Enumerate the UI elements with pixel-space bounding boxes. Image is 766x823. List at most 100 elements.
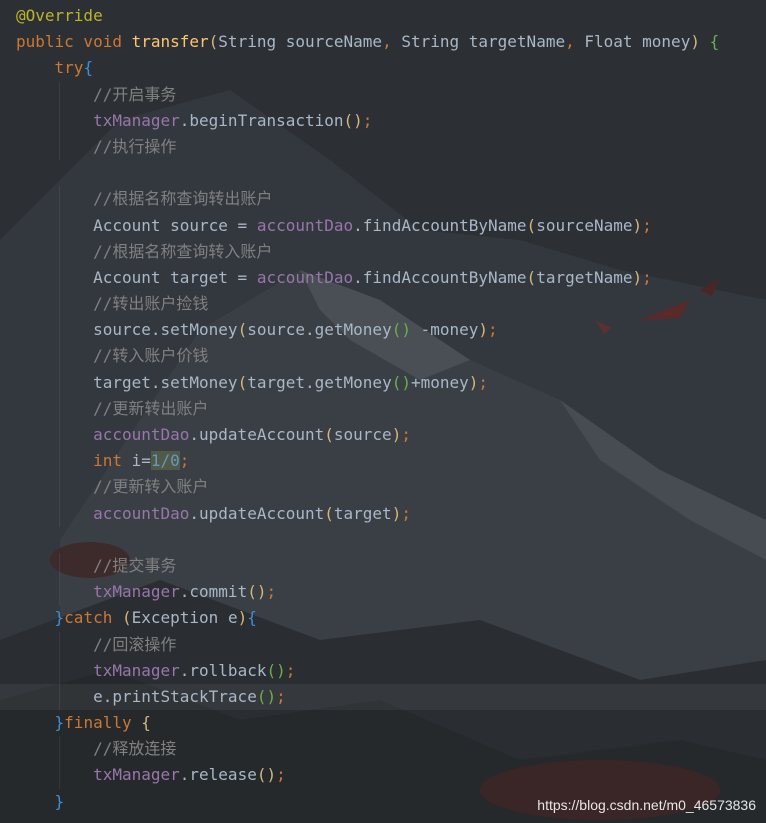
code-line[interactable]: txManager.commit(); xyxy=(0,579,766,606)
code-token: ; xyxy=(401,425,411,444)
code-token: { xyxy=(247,608,257,628)
code-line[interactable]: Account target = accountDao.findAccountB… xyxy=(0,264,766,292)
code-token: source.getMoney xyxy=(247,320,392,340)
code-token: catch xyxy=(64,608,122,628)
code-token: () xyxy=(256,765,277,785)
indent-guide xyxy=(58,500,60,527)
code-line[interactable]: }catch (Exception e){ xyxy=(0,605,766,631)
watermark-url: https://blog.csdn.net/m0_46573836 xyxy=(537,797,756,813)
code-line[interactable]: //回滚操作 xyxy=(0,631,766,658)
code-token: ; xyxy=(276,765,286,785)
code-token: ) xyxy=(690,32,710,52)
code-token: ; xyxy=(179,451,190,471)
code-line[interactable] xyxy=(0,160,766,186)
code-editor[interactable]: @Override public void transfer(String sou… xyxy=(0,3,766,815)
code-token: .findAccountByName xyxy=(353,215,527,235)
code-line[interactable]: //提交事务 xyxy=(0,552,766,580)
code-token: int xyxy=(16,451,132,471)
code-token: //开启事务 xyxy=(16,84,177,104)
code-token: () xyxy=(391,320,411,340)
code-line[interactable] xyxy=(0,527,766,553)
code-line[interactable]: txManager.beginTransaction(); xyxy=(0,107,766,134)
code-token: Account source = xyxy=(16,215,257,235)
code-token: , xyxy=(565,32,585,52)
code-line[interactable]: //根据名称查询转出账户 xyxy=(0,186,766,213)
code-token: sourceName xyxy=(536,215,633,235)
code-token: //提交事务 xyxy=(16,555,177,575)
indent-guide xyxy=(58,448,60,475)
indent-guide xyxy=(58,81,60,108)
code-line[interactable]: Account source = accountDao.findAccountB… xyxy=(0,212,766,239)
code-token: { xyxy=(141,713,151,733)
code-token: txManager xyxy=(16,765,180,785)
code-token: ( xyxy=(237,372,248,392)
code-token: , xyxy=(382,32,402,52)
code-line[interactable]: @Override xyxy=(0,3,766,29)
code-token: Float money xyxy=(584,32,691,52)
code-line[interactable]: }finally { xyxy=(0,710,766,736)
indent-guide xyxy=(58,579,60,606)
code-token: source xyxy=(333,425,392,444)
code-line[interactable]: //转入账户价钱 xyxy=(0,343,766,370)
code-token: transfer xyxy=(131,32,209,52)
code-token: = xyxy=(141,451,151,471)
code-token: ) xyxy=(632,267,643,287)
code-line[interactable]: //开启事务 xyxy=(0,81,766,108)
code-token: accountDao xyxy=(256,215,354,235)
code-token: e.printStackTrace xyxy=(16,686,257,706)
indent-guide xyxy=(58,422,60,449)
code-line[interactable]: //更新转出账户 xyxy=(0,395,766,422)
code-token: Exception e xyxy=(131,608,238,628)
indent-guide xyxy=(58,186,60,213)
code-line[interactable]: public void transfer(String sourceName, … xyxy=(0,29,766,55)
code-token: () xyxy=(247,582,267,602)
code-token: ; xyxy=(401,503,411,523)
code-line[interactable]: txManager.rollback(); xyxy=(0,657,766,684)
code-token: { xyxy=(83,58,94,78)
code-token: { xyxy=(709,32,720,52)
code-line[interactable]: accountDao.updateAccount(source); xyxy=(0,422,766,449)
code-token: ) xyxy=(468,372,479,392)
code-token: ( xyxy=(208,32,219,52)
code-line[interactable]: txManager.release(); xyxy=(0,762,766,789)
code-token: @Override xyxy=(16,6,103,25)
code-line[interactable]: e.printStackTrace(); xyxy=(0,683,766,711)
code-token: +money xyxy=(410,372,469,392)
code-line[interactable]: accountDao.updateAccount(target); xyxy=(0,500,766,527)
code-line[interactable]: try{ xyxy=(0,55,766,81)
code-token: ; xyxy=(642,267,652,287)
indent-guide xyxy=(58,317,60,344)
code-line[interactable]: //根据名称查询转入账户 xyxy=(0,238,766,265)
code-token: targetName xyxy=(536,267,633,287)
code-token: Account target = xyxy=(16,267,257,287)
code-token: .updateAccount xyxy=(189,503,325,523)
indent-guide xyxy=(58,474,60,501)
code-token: } xyxy=(16,791,65,811)
code-token: ) xyxy=(391,503,402,523)
code-token: ( xyxy=(237,320,248,340)
code-line[interactable]: //执行操作 xyxy=(0,133,766,161)
code-token: //回滚操作 xyxy=(16,634,177,654)
indent-guide xyxy=(58,291,60,318)
code-token: ) xyxy=(237,608,248,628)
code-token: //转入账户价钱 xyxy=(16,346,209,366)
indent-guide xyxy=(58,369,60,396)
code-token: () xyxy=(256,686,277,706)
code-token: ; xyxy=(488,320,498,340)
code-token: () xyxy=(266,660,286,680)
code-line[interactable]: //释放连接 xyxy=(0,736,766,763)
code-line[interactable]: source.setMoney(source.getMoney() -money… xyxy=(0,317,766,344)
indent-guide xyxy=(58,552,60,580)
code-token: 1/0 xyxy=(150,451,180,471)
code-token: //根据名称查询转出账户 xyxy=(16,189,273,209)
code-token: .rollback xyxy=(179,660,267,680)
code-token: .findAccountByName xyxy=(353,267,527,287)
code-token: ; xyxy=(276,686,286,706)
code-line[interactable]: //更新转入账户 xyxy=(0,474,766,501)
code-token: ) xyxy=(391,425,402,444)
code-line[interactable]: target.setMoney(target.getMoney()+money)… xyxy=(0,369,766,396)
code-line[interactable]: //转出账户捡钱 xyxy=(0,291,766,318)
indent-guide xyxy=(58,631,60,658)
code-line[interactable]: int i=1/0; xyxy=(0,448,766,475)
indent-guide xyxy=(58,657,60,684)
